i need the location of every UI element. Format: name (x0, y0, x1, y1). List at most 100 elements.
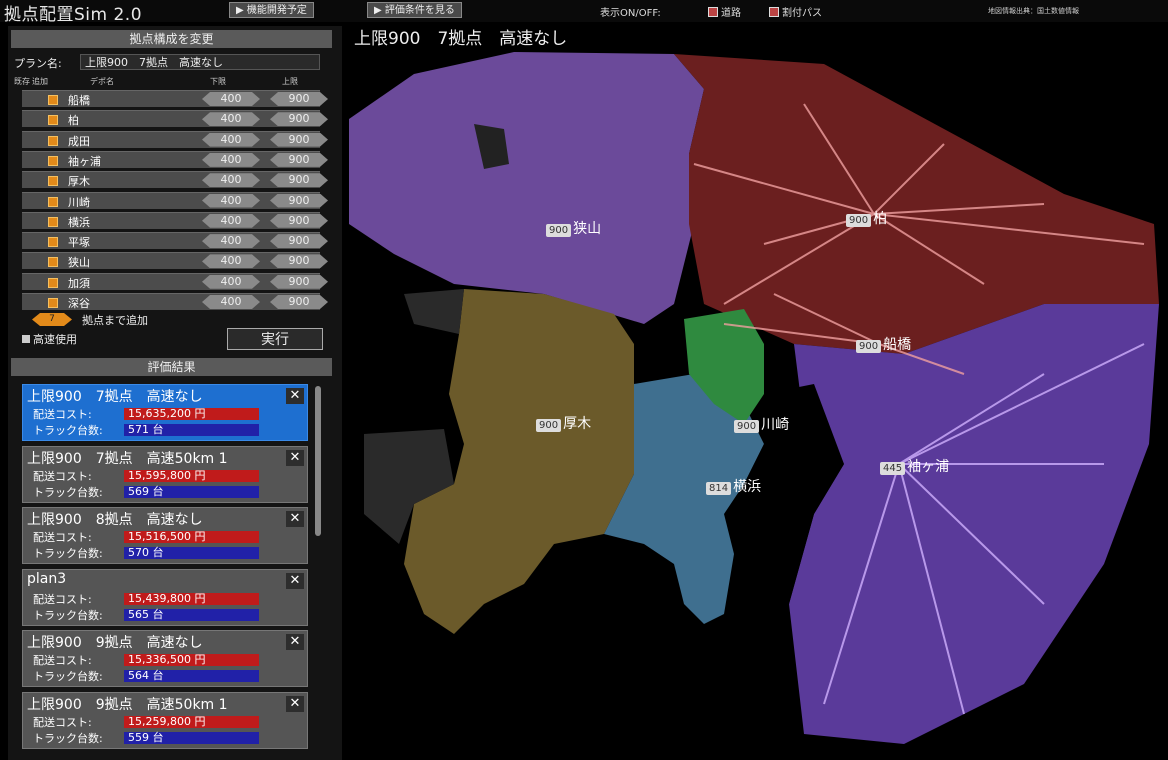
upper-limit-input[interactable]: 900 (270, 274, 328, 289)
truck-label: トラック台数: (33, 608, 103, 622)
site-funabashi-name: 船橋 (883, 337, 912, 353)
plan-name-label: プラン名: (14, 57, 62, 70)
run-button[interactable]: 実行 (227, 328, 323, 350)
site-yokohama[interactable]: 814 横浜 (706, 476, 761, 496)
upper-limit-input[interactable]: 900 (270, 92, 328, 106)
cost-value: 15,336,500 円 (124, 654, 259, 666)
path-checkbox[interactable] (769, 7, 779, 17)
future-features-button[interactable]: ▶ 機能開発予定 (229, 2, 314, 18)
base-name: 狭山 (68, 256, 90, 270)
highway-checkbox[interactable] (22, 335, 30, 343)
lower-limit-input[interactable]: 400 (202, 234, 260, 249)
left-panel: 拠点構成を変更 プラン名: 上限900 7拠点 高速なし 既存 追加 デポ名 下… (8, 26, 342, 760)
result-card[interactable]: 上限900 9拠点 高速50km 1 ✕ 配送コスト: 15,259,800 円トラッ… (22, 691, 308, 749)
lower-limit-input[interactable]: 400 (202, 274, 260, 289)
lower-limit-input[interactable]: 400 (202, 173, 260, 188)
upper-limit-input[interactable]: 900 (270, 193, 328, 208)
result-title: plan3 (27, 570, 67, 587)
spinner-label: 拠点まで追加 (82, 314, 148, 327)
close-icon[interactable]: ✕ (286, 572, 304, 589)
base-row[interactable]: 川崎 400 900 (22, 191, 328, 209)
upper-limit-input[interactable]: 900 (270, 295, 328, 309)
upper-limit-input[interactable]: 900 (270, 173, 328, 188)
base-count-spinner[interactable]: 7 (32, 313, 72, 326)
lower-limit-input[interactable]: 400 (202, 254, 260, 269)
lower-limit-input[interactable]: 400 (202, 112, 260, 127)
site-atsugi[interactable]: 900 厚木 (536, 413, 591, 433)
lower-limit-input[interactable]: 400 (202, 132, 260, 147)
base-row[interactable]: 厚木 400 900 (22, 171, 328, 189)
highway-label: 高速使用 (33, 333, 77, 346)
result-card[interactable]: 上限900 7拠点 高速なし ✕ 配送コスト: 15,635,200 円トラック台数:… (22, 384, 308, 441)
result-card[interactable]: plan3 ✕ 配送コスト: 15,439,800 円トラック台数: 565 台 (22, 568, 308, 626)
region-saitama (349, 52, 704, 324)
lower-limit-input[interactable]: 400 (202, 213, 260, 228)
upper-limit-input[interactable]: 900 (270, 213, 328, 228)
result-card[interactable]: 上限900 9拠点 高速なし ✕ 配送コスト: 15,336,500 円トラック台数:… (22, 630, 308, 687)
path-toggle[interactable]: 割付パス (769, 4, 822, 19)
base-row[interactable]: 平塚 400 900 (22, 232, 328, 250)
base-checkbox[interactable] (48, 216, 58, 227)
lower-limit-input[interactable]: 400 (202, 193, 260, 208)
cost-label: 配送コスト: (33, 408, 92, 421)
lower-limit-input[interactable]: 400 (202, 92, 260, 106)
base-row[interactable]: 横浜 400 900 (22, 211, 328, 229)
site-kawasaki-name: 川崎 (761, 417, 790, 433)
base-row[interactable]: 深谷 400 900 (22, 293, 328, 310)
site-sayama[interactable]: 900 狭山 (546, 218, 601, 238)
col-name: デポ名 (90, 77, 114, 86)
upper-limit-input[interactable]: 900 (270, 234, 328, 249)
region-map[interactable] (344, 44, 1164, 754)
plan-name-input[interactable]: 上限900 7拠点 高速なし (80, 54, 320, 70)
site-sodegaura[interactable]: 445 袖ヶ浦 (880, 456, 949, 476)
upper-limit-input[interactable]: 900 (270, 152, 328, 167)
upper-limit-input[interactable]: 900 (270, 132, 328, 147)
road-toggle[interactable]: 道路 (708, 4, 741, 19)
base-checkbox[interactable] (48, 277, 58, 288)
result-title: 上限900 7拠点 高速50km 1 (27, 450, 228, 467)
base-name: 袖ヶ浦 (68, 154, 101, 168)
site-kashiwa[interactable]: 900 柏 (846, 208, 887, 228)
cost-label: 配送コスト: (33, 592, 92, 606)
result-card[interactable]: 上限900 7拠点 高速50km 1 ✕ 配送コスト: 15,595,800 円トラッ… (22, 445, 308, 503)
base-name: 横浜 (68, 215, 90, 229)
upper-limit-input[interactable]: 900 (270, 112, 328, 127)
base-name: 成田 (68, 134, 90, 148)
base-checkbox[interactable] (48, 135, 58, 146)
highway-toggle[interactable]: 高速使用 (22, 331, 77, 347)
base-row[interactable]: 狭山 400 900 (22, 252, 328, 270)
site-kashiwa-value: 900 (846, 214, 872, 227)
base-checkbox[interactable] (48, 115, 58, 126)
base-row[interactable]: 船橋 400 900 (22, 90, 328, 107)
base-row[interactable]: 袖ヶ浦 400 900 (22, 150, 328, 168)
close-icon[interactable]: ✕ (286, 511, 304, 527)
base-row[interactable]: 加須 400 900 (22, 272, 328, 290)
base-checkbox[interactable] (48, 95, 58, 105)
lower-limit-input[interactable]: 400 (202, 295, 260, 309)
base-checkbox[interactable] (48, 155, 58, 166)
base-row[interactable]: 成田 400 900 (22, 130, 328, 148)
result-title: 上限900 7拠点 高速なし (27, 389, 203, 405)
base-checkbox[interactable] (48, 237, 58, 248)
close-icon[interactable]: ✕ (286, 634, 304, 650)
upper-limit-input[interactable]: 900 (270, 254, 328, 269)
site-kawasaki[interactable]: 900 川崎 (734, 414, 789, 434)
road-checkbox[interactable] (708, 7, 718, 17)
result-card[interactable]: 上限900 8拠点 高速なし ✕ 配送コスト: 15,516,500 円トラック台数:… (22, 507, 308, 564)
base-checkbox[interactable] (48, 176, 58, 187)
col-add: 追加 (32, 77, 48, 86)
results-scrollbar[interactable] (315, 386, 321, 536)
base-name: 深谷 (68, 297, 90, 310)
close-icon[interactable]: ✕ (286, 449, 304, 466)
base-name: 加須 (68, 276, 90, 290)
site-funabashi[interactable]: 900 船橋 (856, 334, 911, 354)
base-row[interactable]: 柏 400 900 (22, 110, 328, 128)
base-checkbox[interactable] (48, 298, 58, 308)
close-icon[interactable]: ✕ (286, 695, 304, 712)
base-checkbox[interactable] (48, 196, 58, 207)
base-checkbox[interactable] (48, 257, 58, 268)
lower-limit-input[interactable]: 400 (202, 152, 260, 167)
eval-conditions-button[interactable]: ▶ 評価条件を見る (367, 2, 462, 18)
truck-value: 570 台 (124, 547, 259, 559)
close-icon[interactable]: ✕ (286, 388, 304, 404)
